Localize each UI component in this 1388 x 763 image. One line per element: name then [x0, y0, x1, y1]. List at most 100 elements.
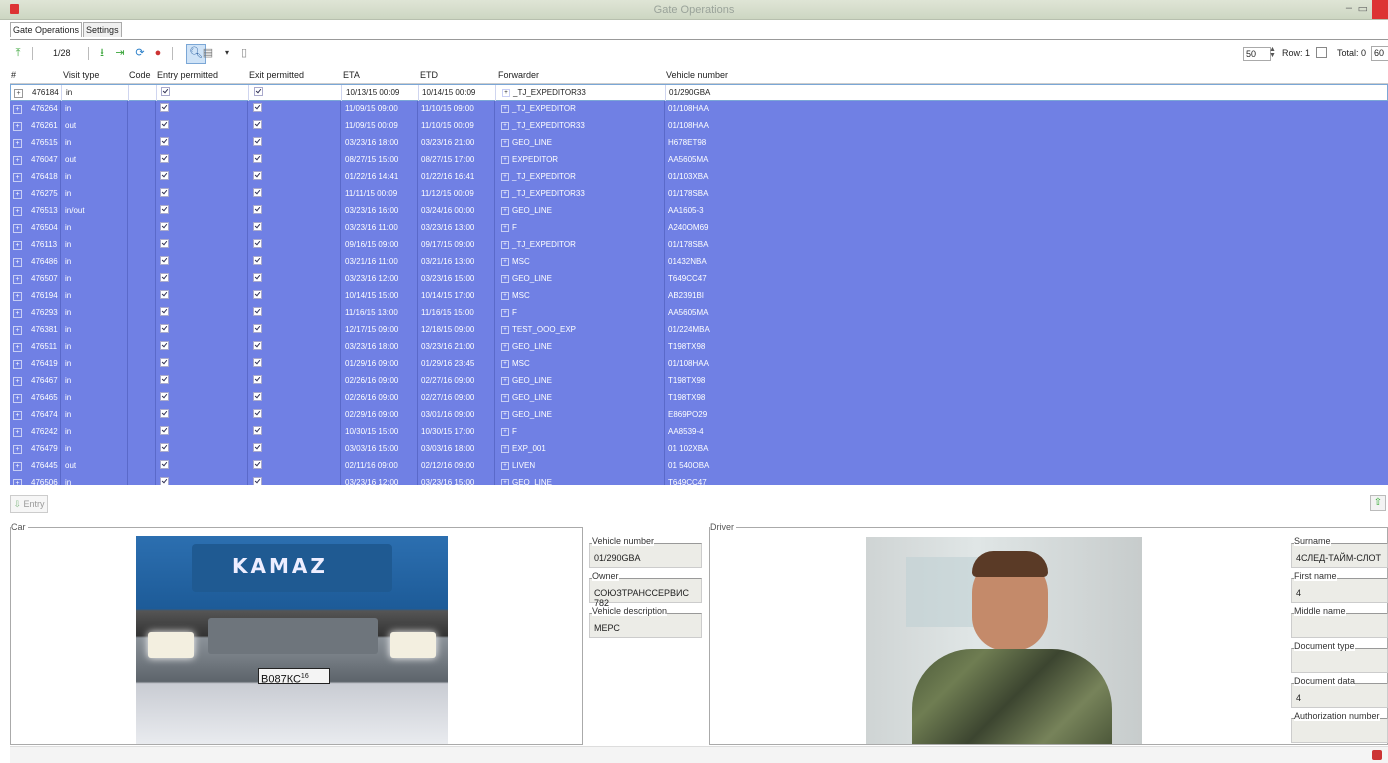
table-row[interactable]: +476515 in 03/23/16 18:00 03/23/16 21:00 GEO…: [10, 135, 1388, 152]
table-row[interactable]: +476479 in 03/03/16 15:00 03/03/16 18:00 EXP…: [10, 441, 1388, 458]
expand-row-icon[interactable]: +: [13, 462, 22, 471]
expand-row-icon[interactable]: +: [13, 343, 22, 352]
forwarder-expand-icon[interactable]: +: [501, 105, 509, 113]
exit-permitted-checkbox[interactable]: [253, 239, 262, 248]
entry-permitted-checkbox[interactable]: [160, 307, 169, 316]
forwarder-expand-icon[interactable]: +: [501, 326, 509, 334]
exit-permitted-checkbox[interactable]: [253, 137, 262, 146]
refresh-icon[interactable]: ⟳: [134, 47, 146, 59]
entry-permitted-checkbox[interactable]: [161, 87, 170, 96]
forwarder-expand-icon[interactable]: +: [501, 360, 509, 368]
table-row[interactable]: +476467 in 02/26/16 09:00 02/27/16 09:00 GEO…: [10, 373, 1388, 390]
page-size-input[interactable]: 50: [1243, 47, 1271, 61]
middle-name-value[interactable]: [1291, 613, 1388, 638]
tab-gate-operations[interactable]: Gate Operations: [10, 22, 83, 37]
table-row[interactable]: +476465 in 02/26/16 09:00 02/27/16 09:00 GEO…: [10, 390, 1388, 407]
expand-row-icon[interactable]: +: [13, 479, 22, 485]
download-icon[interactable]: ⭳: [96, 47, 108, 59]
exit-permitted-checkbox[interactable]: [253, 392, 262, 401]
expand-row-icon[interactable]: +: [13, 258, 22, 267]
table-row[interactable]: +476047 out 08/27/15 15:00 08/27/15 17:00 EX…: [10, 152, 1388, 169]
table-row[interactable]: +476242 in 10/30/15 15:00 10/30/15 17:00 F AA…: [10, 424, 1388, 441]
forwarder-expand-icon[interactable]: +: [501, 190, 509, 198]
exit-permitted-checkbox[interactable]: [253, 409, 262, 418]
up-arrow-icon[interactable]: ⇧: [1370, 495, 1386, 511]
forwarder-expand-icon[interactable]: +: [501, 139, 509, 147]
forwarder-expand-icon[interactable]: +: [501, 445, 509, 453]
exit-permitted-checkbox[interactable]: [253, 222, 262, 231]
expand-row-icon[interactable]: +: [13, 275, 22, 284]
restore-button[interactable]: ▭: [1358, 2, 1368, 15]
forwarder-expand-icon[interactable]: +: [501, 241, 509, 249]
col-header-eta[interactable]: ETA: [343, 70, 360, 80]
table-row[interactable]: +476264 in 11/09/15 09:00 11/10/15 09:00 _TJ…: [10, 101, 1388, 118]
exit-permitted-checkbox[interactable]: [253, 375, 262, 384]
page-size-spinner[interactable]: ▲ ▼: [1269, 46, 1277, 59]
exit-permitted-checkbox[interactable]: [253, 460, 262, 469]
forwarder-expand-icon[interactable]: +: [501, 377, 509, 385]
col-header-entry-permitted[interactable]: Entry permitted: [157, 70, 218, 80]
expand-row-icon[interactable]: +: [13, 326, 22, 335]
authorization-number-value[interactable]: [1291, 718, 1388, 743]
expand-row-icon[interactable]: +: [13, 360, 22, 369]
expand-row-icon[interactable]: +: [13, 156, 22, 165]
exit-permitted-checkbox[interactable]: [253, 120, 262, 129]
exit-permitted-checkbox[interactable]: [253, 256, 262, 265]
table-row[interactable]: +476419 in 01/29/16 09:00 01/29/16 23:45 MSC…: [10, 356, 1388, 373]
exit-permitted-checkbox[interactable]: [253, 324, 262, 333]
first-page-icon[interactable]: ⤒: [12, 47, 24, 59]
forwarder-expand-icon[interactable]: +: [501, 258, 509, 266]
forwarder-expand-icon[interactable]: +: [501, 292, 509, 300]
entry-permitted-checkbox[interactable]: [160, 103, 169, 112]
vehicle-number-value[interactable]: 01/290GBA: [589, 543, 702, 568]
exit-permitted-checkbox[interactable]: [253, 188, 262, 197]
forwarder-expand-icon[interactable]: +: [501, 428, 509, 436]
entry-permitted-checkbox[interactable]: [160, 477, 169, 485]
exit-permitted-checkbox[interactable]: [253, 358, 262, 367]
first-name-value[interactable]: 4: [1291, 578, 1388, 603]
expand-row-icon[interactable]: +: [13, 224, 22, 233]
chevron-down-icon[interactable]: ▾: [221, 47, 233, 59]
expand-row-icon[interactable]: +: [13, 190, 22, 199]
exit-permitted-checkbox[interactable]: [254, 87, 263, 96]
import-icon[interactable]: ⇥: [114, 47, 126, 59]
exit-permitted-checkbox[interactable]: [253, 290, 262, 299]
entry-button[interactable]: ⇩ Entry: [10, 495, 48, 513]
table-row[interactable]: +476418 in 01/22/16 14:41 01/22/16 16:41 _TJ…: [10, 169, 1388, 186]
entry-permitted-checkbox[interactable]: [160, 154, 169, 163]
forwarder-expand-icon[interactable]: +: [501, 394, 509, 402]
entry-permitted-checkbox[interactable]: [160, 205, 169, 214]
table-row[interactable]: +476507 in 03/23/16 12:00 03/23/16 15:00 GEO…: [10, 271, 1388, 288]
expand-row-icon[interactable]: +: [13, 292, 22, 301]
entry-permitted-checkbox[interactable]: [160, 222, 169, 231]
expand-row-icon[interactable]: +: [13, 105, 22, 114]
forwarder-expand-icon[interactable]: +: [501, 309, 509, 317]
stop-icon[interactable]: ●: [152, 47, 164, 59]
forwarder-expand-icon[interactable]: +: [501, 411, 509, 419]
entry-permitted-checkbox[interactable]: [160, 460, 169, 469]
col-header-id[interactable]: #: [11, 70, 16, 80]
exit-permitted-checkbox[interactable]: [253, 154, 262, 163]
forwarder-expand-icon[interactable]: +: [501, 224, 509, 232]
folder-icon[interactable]: ▤: [202, 47, 214, 59]
exit-permitted-checkbox[interactable]: [253, 171, 262, 180]
expand-row-icon[interactable]: +: [13, 241, 22, 250]
col-header-etd[interactable]: ETD: [420, 70, 438, 80]
exit-permitted-checkbox[interactable]: [253, 341, 262, 350]
table-row[interactable]: +476381 in 12/17/15 09:00 12/18/15 09:00 TES…: [10, 322, 1388, 339]
expand-row-icon[interactable]: +: [13, 428, 22, 437]
surname-value[interactable]: 4СЛЕД-ТАЙМ-СЛОТ: [1291, 543, 1388, 568]
expand-row-icon[interactable]: +: [13, 377, 22, 386]
row-checkbox[interactable]: [1316, 47, 1327, 58]
entry-permitted-checkbox[interactable]: [160, 188, 169, 197]
col-header-visit-type[interactable]: Visit type: [63, 70, 99, 80]
entry-permitted-checkbox[interactable]: [160, 358, 169, 367]
expand-row-icon[interactable]: +: [13, 207, 22, 216]
close-button[interactable]: [1372, 0, 1388, 19]
owner-value[interactable]: СОЮЗТРАНССЕРВИС 782: [589, 578, 702, 608]
col-header-vehicle-number[interactable]: Vehicle number: [666, 70, 728, 80]
table-row[interactable]: +476506 in 03/23/16 12:00 03/23/16 15:00 GEO…: [10, 475, 1388, 485]
table-row[interactable]: +476194 in 10/14/15 15:00 10/14/15 17:00 MSC…: [10, 288, 1388, 305]
col-header-exit-permitted[interactable]: Exit permitted: [249, 70, 304, 80]
entry-permitted-checkbox[interactable]: [160, 392, 169, 401]
